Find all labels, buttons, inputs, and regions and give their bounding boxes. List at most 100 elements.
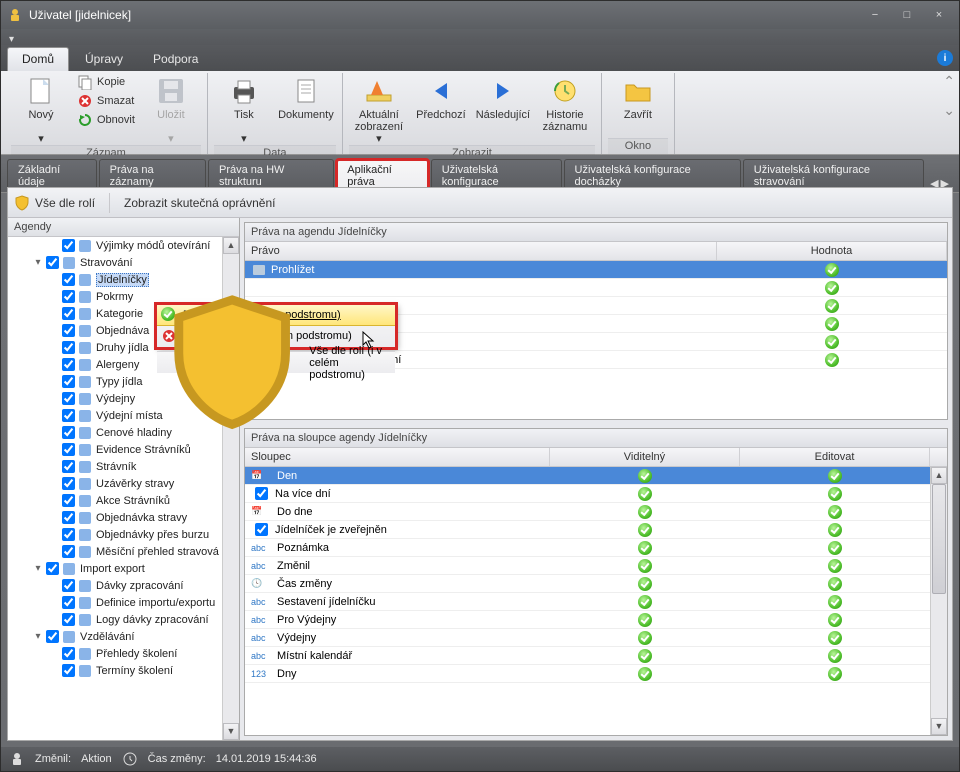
tree-checkbox[interactable]	[62, 596, 75, 609]
grid2-row[interactable]: 123Dny	[245, 665, 930, 683]
tree-node[interactable]: Uzávěrky stravy	[8, 475, 222, 492]
kopie-button[interactable]: Kopie	[73, 73, 139, 91]
tree-checkbox[interactable]	[62, 358, 75, 371]
col-pravo[interactable]: Právo	[245, 242, 717, 260]
visible-check-icon[interactable]	[638, 649, 652, 663]
edit-check-icon[interactable]	[828, 523, 842, 537]
grid1-row[interactable]: Prohlížet	[245, 261, 947, 279]
grid2-scrollbar[interactable]: ▲ ▼	[930, 467, 947, 735]
grid2-row[interactable]: 📅Do dne	[245, 503, 930, 521]
ribbon-tab-podpora[interactable]: Podpora	[139, 48, 212, 71]
ribbon-tab-domu[interactable]: Domů	[7, 47, 69, 71]
col-editovat[interactable]: Editovat	[740, 448, 930, 466]
visible-check-icon[interactable]	[638, 613, 652, 627]
grid2-row[interactable]: 🕓Čas změny	[245, 575, 930, 593]
value-check-icon[interactable]	[825, 317, 839, 331]
tree-checkbox[interactable]	[62, 460, 75, 473]
edit-check-icon[interactable]	[828, 559, 842, 573]
tree-node[interactable]: Dávky zpracování	[8, 577, 222, 594]
tree-checkbox[interactable]	[62, 239, 75, 252]
tree-node[interactable]: ▾Vzdělávání	[8, 628, 222, 645]
tree-checkbox[interactable]	[62, 511, 75, 524]
visible-check-icon[interactable]	[638, 559, 652, 573]
edit-check-icon[interactable]	[828, 649, 842, 663]
edit-check-icon[interactable]	[828, 505, 842, 519]
ctx-roles[interactable]: Vše dle rolí (i v celém podstromu)	[157, 351, 395, 373]
value-check-icon[interactable]	[825, 263, 839, 277]
tree-checkbox[interactable]	[62, 664, 75, 677]
tree-checkbox[interactable]	[62, 545, 75, 558]
tree-checkbox[interactable]	[62, 443, 75, 456]
grid2-row[interactable]: abcPoznámka	[245, 539, 930, 557]
aktualni-zobrazeni-button[interactable]: Aktuální zobrazení ▾	[349, 73, 409, 145]
tree-node[interactable]: ▾Stravování	[8, 254, 222, 271]
edit-check-icon[interactable]	[828, 577, 842, 591]
tree-checkbox[interactable]	[46, 562, 59, 575]
tree-checkbox[interactable]	[62, 579, 75, 592]
close-button[interactable]: ×	[925, 6, 953, 24]
tree-checkbox[interactable]	[62, 324, 75, 337]
value-check-icon[interactable]	[825, 281, 839, 295]
tree-checkbox[interactable]	[62, 477, 75, 490]
obnovit-button[interactable]: Obnovit	[73, 111, 139, 129]
visible-check-icon[interactable]	[638, 595, 652, 609]
tree-node[interactable]: Výjimky módů otevírání	[8, 237, 222, 254]
tree-node[interactable]: Objednávky přes burzu	[8, 526, 222, 543]
maximize-button[interactable]: □	[893, 6, 921, 24]
value-check-icon[interactable]	[825, 353, 839, 367]
grid2-row[interactable]: 📅Den	[245, 467, 930, 485]
tree-checkbox[interactable]	[46, 630, 59, 643]
pin-ribbon-icon[interactable]: ⌃	[943, 73, 955, 90]
tree-checkbox[interactable]	[46, 256, 59, 269]
nasledujici-button[interactable]: Následující	[473, 73, 533, 121]
edit-check-icon[interactable]	[828, 595, 842, 609]
zobrazit-skutecna-button[interactable]: Zobrazit skutečná oprávnění	[124, 196, 275, 210]
tree-checkbox[interactable]	[62, 494, 75, 507]
tree-checkbox[interactable]	[62, 375, 75, 388]
tree-node[interactable]: ▾Import export	[8, 560, 222, 577]
dokumenty-button[interactable]: Dokumenty	[276, 73, 336, 121]
historie-button[interactable]: Historie záznamu	[535, 73, 595, 133]
tree-checkbox[interactable]	[62, 307, 75, 320]
tree-checkbox[interactable]	[62, 409, 75, 422]
expand-ribbon-icon[interactable]: ⌄	[943, 102, 955, 119]
visible-check-icon[interactable]	[638, 541, 652, 555]
grid2-row[interactable]: abcMístní kalendář	[245, 647, 930, 665]
scroll-down-icon[interactable]: ▼	[931, 718, 947, 735]
grid2-body[interactable]: 📅DenNa více dní📅Do dneJídelníček je zveř…	[245, 467, 930, 735]
visible-check-icon[interactable]	[638, 577, 652, 591]
tree-checkbox[interactable]	[62, 290, 75, 303]
zavrit-button[interactable]: Zavřít	[608, 73, 668, 121]
expander-icon[interactable]: ▾	[32, 563, 44, 574]
ribbon-tab-upravy[interactable]: Úpravy	[71, 48, 137, 71]
grid2-row[interactable]: abcSestavení jídelníčku	[245, 593, 930, 611]
tree-checkbox[interactable]	[62, 426, 75, 439]
grid2-row[interactable]: Na více dní	[245, 485, 930, 503]
vse-dle-roli-button[interactable]: Vše dle rolí	[14, 195, 95, 211]
tree-checkbox[interactable]	[62, 392, 75, 405]
value-check-icon[interactable]	[825, 299, 839, 313]
edit-check-icon[interactable]	[828, 541, 842, 555]
tree-node[interactable]: Definice importu/exportu	[8, 594, 222, 611]
tree-node[interactable]: Akce Strávníků	[8, 492, 222, 509]
edit-check-icon[interactable]	[828, 487, 842, 501]
tree-checkbox[interactable]	[62, 528, 75, 541]
visible-check-icon[interactable]	[638, 667, 652, 681]
tree-node[interactable]: Evidence Strávníků	[8, 441, 222, 458]
expander-icon[interactable]: ▾	[32, 257, 44, 268]
tisk-button[interactable]: Tisk▾	[214, 73, 274, 145]
tree-node[interactable]: Jídelníčky	[8, 271, 222, 288]
tree-node[interactable]: Strávník	[8, 458, 222, 475]
grid2-row[interactable]: abcPro Výdejny	[245, 611, 930, 629]
visible-check-icon[interactable]	[638, 469, 652, 483]
tree-node[interactable]: Přehledy školení	[8, 645, 222, 662]
edit-check-icon[interactable]	[828, 667, 842, 681]
edit-check-icon[interactable]	[828, 631, 842, 645]
smazat-button[interactable]: Smazat	[73, 92, 139, 110]
tree-checkbox[interactable]	[62, 647, 75, 660]
qat-customize-icon[interactable]: ▾	[1, 34, 14, 45]
edit-check-icon[interactable]	[828, 469, 842, 483]
grid2-row[interactable]: abcZměnil	[245, 557, 930, 575]
col-viditelny[interactable]: Viditelný	[550, 448, 740, 466]
edit-check-icon[interactable]	[828, 613, 842, 627]
